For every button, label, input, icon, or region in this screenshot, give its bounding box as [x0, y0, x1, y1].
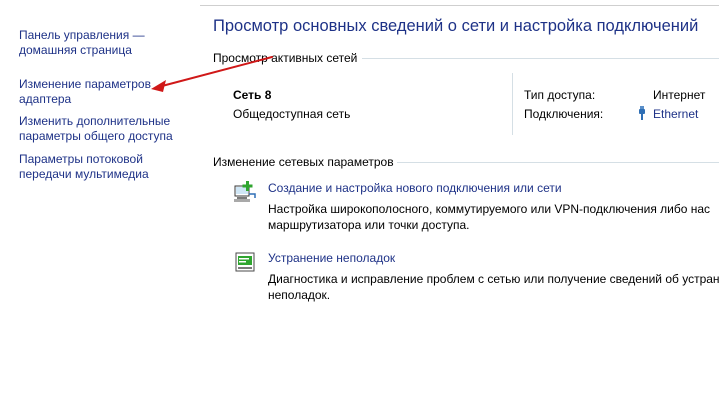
connections-label: Подключения:	[524, 107, 604, 121]
task-description: Диагностика и исправление проблем с сеть…	[268, 271, 719, 303]
active-networks-header: Просмотр активных сетей	[213, 51, 358, 65]
task-description-line: маршрутизатора или точки доступа.	[268, 218, 470, 232]
divider	[362, 58, 719, 59]
change-settings-header: Изменение сетевых параметров	[213, 155, 394, 169]
sidebar-item-line: Панель управления —	[19, 28, 145, 42]
network-type: Общедоступная сеть	[233, 107, 351, 121]
page-title: Просмотр основных сведений о сети и наст…	[213, 17, 699, 35]
access-type-value: Интернет	[653, 88, 706, 102]
sidebar-item-line: Параметры потоковой	[19, 152, 143, 166]
sidebar-item-line: Изменить дополнительные	[19, 114, 171, 128]
sidebar-item-line: адаптера	[19, 92, 72, 106]
sidebar-item-control-panel-home[interactable]: Панель управления — домашняя страница	[19, 28, 199, 58]
divider	[512, 73, 513, 135]
sidebar-item-line: Изменение параметров	[19, 77, 151, 91]
task-description-line: Настройка широкополосного, коммутируемог…	[268, 202, 711, 216]
access-type-label: Тип доступа:	[524, 88, 596, 102]
ethernet-connection-link[interactable]: Ethernet	[653, 107, 698, 121]
divider	[397, 162, 719, 163]
sidebar-item-advanced-sharing[interactable]: Изменить дополнительные параметры общего…	[19, 114, 199, 144]
troubleshoot-icon	[235, 252, 255, 272]
sidebar-item-line: параметры общего доступа	[19, 129, 173, 143]
task-description-line: неполадок.	[268, 288, 331, 302]
network-setup-icon	[234, 181, 256, 202]
task-description-line: Диагностика и исправление проблем с сеть…	[268, 272, 719, 286]
task-description: Настройка широкополосного, коммутируемог…	[268, 201, 719, 233]
ethernet-icon	[639, 106, 645, 120]
sidebar-item-change-adapter-settings[interactable]: Изменение параметров адаптера	[19, 77, 199, 107]
setup-new-connection-link[interactable]: Создание и настройка нового подключения …	[268, 181, 562, 195]
sidebar-item-line: домашняя страница	[19, 43, 132, 57]
sidebar-item-media-streaming[interactable]: Параметры потоковой передачи мультимедиа	[19, 152, 199, 182]
network-name: Сеть 8	[233, 88, 272, 102]
sidebar: Панель управления — домашняя страница Из…	[0, 0, 200, 408]
sidebar-item-line: передачи мультимедиа	[19, 167, 149, 181]
troubleshoot-link[interactable]: Устранение неполадок	[268, 251, 395, 265]
